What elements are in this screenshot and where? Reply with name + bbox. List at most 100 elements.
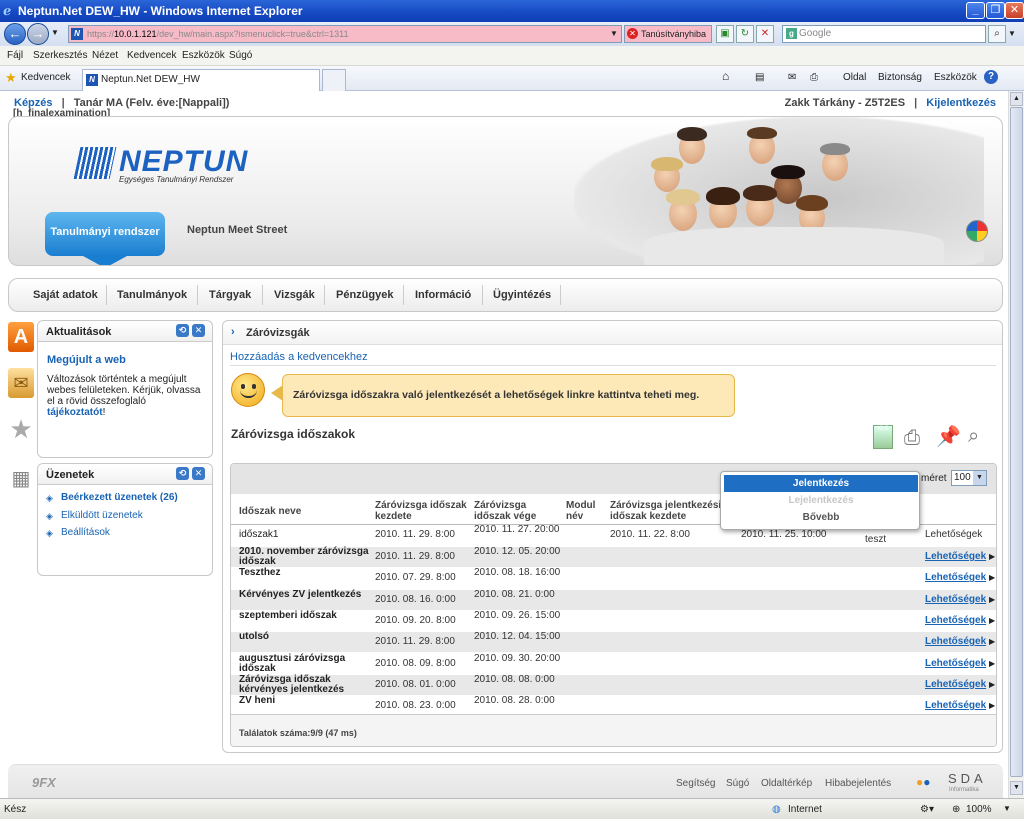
star-icon[interactable]: ★ bbox=[8, 414, 34, 444]
address-dropdown-icon[interactable]: ▼ bbox=[610, 29, 618, 38]
table-row[interactable]: Teszthez 2010. 07. 29. 8:00 2010. 08. 18. … bbox=[231, 567, 996, 588]
compat-view-icon[interactable]: ▣ bbox=[716, 25, 734, 43]
footer-link-bugreport[interactable]: Hibabejelentés bbox=[825, 778, 891, 789]
help-icon[interactable]: ? bbox=[984, 70, 998, 84]
security-menu[interactable]: Biztonság bbox=[878, 72, 922, 83]
refresh-panel-icon[interactable]: ⟲ bbox=[176, 467, 189, 480]
menu-help[interactable]: Súgó bbox=[229, 50, 252, 61]
settings-link[interactable]: Beállítások bbox=[61, 527, 110, 538]
col-header-end[interactable]: Záróvizsga időszak vége bbox=[474, 500, 564, 522]
footer-link-sugo[interactable]: Súgó bbox=[726, 778, 749, 789]
tab-tanulmanyi-rendszer[interactable]: Tanulmányi rendszer bbox=[45, 212, 165, 265]
nav-informacio[interactable]: Információ bbox=[415, 289, 471, 301]
excel-export-icon[interactable]: XLS bbox=[873, 425, 893, 449]
forward-button[interactable]: → bbox=[27, 23, 49, 45]
news-a-icon[interactable]: A bbox=[8, 322, 34, 352]
envelope-icon[interactable]: ✉ bbox=[8, 368, 34, 398]
logout-link[interactable]: Kijelentkezés bbox=[926, 97, 996, 109]
inbox-link[interactable]: Beérkezett üzenetek (26) bbox=[61, 492, 178, 503]
nav-tanulmanyok[interactable]: Tanulmányok bbox=[117, 289, 187, 301]
table-row[interactable]: utolsó 2010. 11. 29. 8:00 2010. 12. 04. 15… bbox=[231, 631, 996, 653]
history-dropdown-icon[interactable]: ▼ bbox=[51, 28, 59, 37]
scroll-up-icon[interactable]: ▲ bbox=[1010, 92, 1023, 106]
menu-edit[interactable]: Szerkesztés bbox=[33, 50, 87, 61]
table-row[interactable]: ZV heni 2010. 08. 23. 0:00 2010. 08. 28. 0… bbox=[231, 695, 996, 716]
cell-action[interactable]: Lehetőségek bbox=[925, 637, 986, 647]
search-options-icon[interactable]: ▼ bbox=[1008, 29, 1016, 38]
cell-action[interactable]: Lehetőségek bbox=[925, 679, 986, 690]
search-icon[interactable]: ⌕ bbox=[988, 25, 1006, 43]
zoom-dropdown-icon[interactable]: ▼ bbox=[1003, 804, 1011, 813]
maximize-button[interactable]: ❐ bbox=[986, 2, 1005, 19]
cell-action[interactable]: Lehetőségek bbox=[925, 552, 986, 562]
address-input[interactable]: N https://10.0.1.121/dev_hw/main.aspx?is… bbox=[68, 25, 622, 43]
magnifier-icon[interactable]: ⌕ bbox=[968, 425, 979, 448]
news-link[interactable]: tájékoztatót bbox=[47, 407, 103, 418]
cell-action[interactable]: Lehetőségek bbox=[925, 594, 986, 605]
protected-mode-icon[interactable]: ⚙▾ bbox=[920, 804, 934, 815]
cell-action[interactable]: Lehetőségek bbox=[925, 530, 982, 540]
col-header-reg-start[interactable]: Záróvizsga jelentkezési időszak kezdete bbox=[610, 500, 730, 522]
table-row[interactable]: Kérvényes ZV jelentkezés 2010. 08. 16. 0:… bbox=[231, 588, 996, 610]
footer-link-sitemap[interactable]: Oldaltérkép bbox=[761, 778, 812, 789]
add-to-favorites-link[interactable]: Hozzáadás a kedvencekhez bbox=[230, 351, 368, 363]
browser-tab[interactable]: N Neptun.Net DEW_HW bbox=[82, 69, 320, 91]
cell-end: 2010. 12. 04. 15:00 bbox=[474, 631, 561, 643]
minimize-button[interactable]: _ bbox=[966, 2, 985, 19]
cell-action[interactable]: Lehetőségek bbox=[925, 573, 986, 583]
search-input[interactable]: g Google bbox=[782, 25, 986, 43]
nav-ugyintezes[interactable]: Ügyintézés bbox=[493, 289, 551, 301]
col-header-start[interactable]: Záróvizsga időszak kezdete bbox=[375, 500, 469, 522]
table-row[interactable]: szeptemberi időszak 2010. 09. 20. 8:00 201… bbox=[231, 609, 996, 631]
page-size-select[interactable]: 100 ▼ bbox=[951, 470, 987, 486]
new-tab-button[interactable] bbox=[322, 69, 346, 91]
page-menu[interactable]: Oldal bbox=[843, 72, 866, 83]
zoom-icon[interactable]: ⊕ bbox=[952, 804, 960, 815]
cell-action[interactable]: Lehetőségek bbox=[925, 615, 986, 626]
page-scrollbar[interactable]: ▲ ▼ bbox=[1008, 91, 1024, 798]
zoom-level[interactable]: 100% bbox=[966, 804, 992, 815]
close-panel-icon[interactable]: ✕ bbox=[192, 324, 205, 337]
menu-tools[interactable]: Eszközök bbox=[182, 50, 225, 61]
cell-action[interactable]: Lehetőségek bbox=[925, 701, 986, 711]
table-row[interactable]: 2010. november záróvizsga időszak 2010. 1… bbox=[231, 546, 996, 567]
table-row[interactable]: Záróvizsga időszak kérvényes jelentkezés… bbox=[231, 673, 996, 695]
refresh-panel-icon[interactable]: ⟲ bbox=[176, 324, 189, 337]
home-icon[interactable]: ⌂ bbox=[722, 69, 729, 83]
table-row[interactable]: augusztusi záróvizsga időszak 2010. 08. 0… bbox=[231, 652, 996, 674]
language-globe-icon[interactable] bbox=[966, 220, 988, 242]
tools-menu[interactable]: Eszközök bbox=[934, 72, 977, 83]
cell-action[interactable]: Lehetőségek bbox=[925, 658, 986, 669]
refresh-icon[interactable]: ↻ bbox=[736, 25, 754, 43]
neptun-logo-icon bbox=[73, 147, 117, 179]
sent-link[interactable]: Elküldött üzenetek bbox=[61, 510, 143, 521]
popup-item-bovebb[interactable]: Bővebb bbox=[724, 510, 918, 526]
menu-favorites[interactable]: Kedvencek bbox=[127, 50, 176, 61]
favorites-button[interactable]: Kedvencek bbox=[21, 72, 70, 83]
nav-targyak[interactable]: Tárgyak bbox=[209, 289, 251, 301]
nav-sajat-adatok[interactable]: Saját adatok bbox=[33, 289, 98, 301]
tab-neptun-meet-street[interactable]: Neptun Meet Street bbox=[187, 224, 287, 236]
pin-icon[interactable]: 📌 bbox=[936, 424, 961, 449]
popup-item-jelentkezes[interactable]: Jelentkezés bbox=[724, 475, 918, 492]
stop-icon[interactable]: ✕ bbox=[756, 25, 774, 43]
certificate-error-button[interactable]: ✕ Tanúsítványhiba bbox=[624, 25, 712, 43]
col-header-module[interactable]: Modul név bbox=[566, 500, 606, 522]
scroll-thumb[interactable] bbox=[1010, 107, 1023, 777]
print-icon[interactable]: ⎙ bbox=[810, 72, 818, 83]
nav-penzugyek[interactable]: Pénzügyek bbox=[336, 289, 393, 301]
footer-link-help[interactable]: Segítség bbox=[676, 778, 715, 789]
close-button[interactable]: ✕ bbox=[1005, 2, 1024, 19]
mail-icon[interactable]: ✉ bbox=[788, 72, 796, 83]
col-header-name[interactable]: Időszak neve bbox=[239, 506, 301, 517]
back-button[interactable]: ← bbox=[4, 23, 26, 45]
scroll-down-icon[interactable]: ▼ bbox=[1010, 781, 1023, 795]
feeds-icon[interactable]: ▤ bbox=[755, 72, 764, 83]
print-icon[interactable]: ⎙ bbox=[904, 427, 920, 450]
menu-file[interactable]: Fájl bbox=[7, 50, 23, 61]
calendar-icon[interactable]: ▦ bbox=[8, 464, 34, 494]
close-panel-icon[interactable]: ✕ bbox=[192, 467, 205, 480]
favorites-star-icon[interactable]: ★ bbox=[5, 70, 17, 86]
nav-vizsgak[interactable]: Vizsgák bbox=[274, 289, 315, 301]
menu-view[interactable]: Nézet bbox=[92, 50, 118, 61]
